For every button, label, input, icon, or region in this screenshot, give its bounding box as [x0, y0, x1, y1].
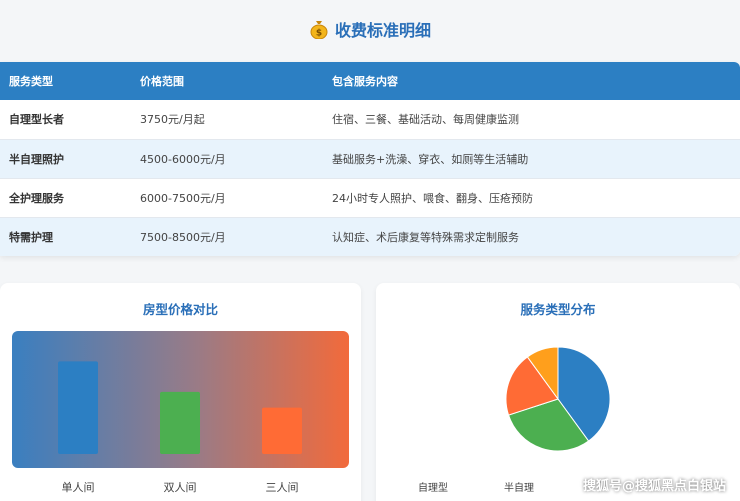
cell-included-services: 基础服务+洗澡、穿衣、如厕等生活辅助 — [332, 152, 529, 166]
bar-chart-area — [12, 331, 349, 468]
bar-3 — [262, 407, 302, 454]
column-header-service-type: 服务类型 — [9, 75, 53, 88]
pie-chart — [505, 346, 611, 452]
bar-x-label: 双人间 — [163, 481, 197, 494]
cell-included-services: 24小时专人照护、喂食、翻身、压疮预防 — [332, 191, 533, 205]
cell-included-services: 住宿、三餐、基础活动、每周健康监测 — [332, 113, 519, 127]
bar-1 — [58, 361, 98, 454]
watermark: 搜狐号@搜狐黑点白银站 — [582, 479, 726, 494]
cell-service-type: 半自理照护 — [9, 152, 64, 166]
cell-included-services: 认知症、术后康复等特殊需求定制服务 — [332, 230, 519, 244]
table-header-row: 服务类型 价格范围 包含服务内容 — [0, 62, 740, 100]
page-header: $ 收费标准明细 — [0, 14, 740, 44]
fee-table: 服务类型 价格范围 包含服务内容 自理型长者 3750元/月起 住宿、三餐、基础… — [0, 62, 740, 256]
bar-chart — [58, 361, 302, 454]
table-row: 半自理照护 4500-6000元/月 基础服务+洗澡、穿衣、如厕等生活辅助 — [0, 139, 740, 178]
cell-price-range: 6000-7500元/月 — [140, 191, 226, 205]
page-title: 收费标准明细 — [334, 21, 431, 40]
column-header-price-range: 价格范围 — [140, 75, 184, 88]
service-distribution-card: 服务类型分布 自理型 半自理 — [376, 283, 740, 501]
service-distribution-title: 服务类型分布 — [520, 302, 596, 317]
table-row: 全护理服务 6000-7500元/月 24小时专人照护、喂食、翻身、压疮预防 — [0, 178, 740, 217]
bar-x-label: 三人间 — [265, 481, 299, 494]
pie-legend-item: 自理型 — [418, 483, 448, 494]
cell-price-range: 4500-6000元/月 — [140, 152, 226, 166]
room-price-card: 房型价格对比 单人间 双人间 三人间 — [0, 283, 361, 501]
bar-x-label: 单人间 — [61, 481, 95, 494]
svg-text:$: $ — [316, 29, 322, 39]
bar-2 — [160, 391, 200, 454]
money-bag-icon: $ — [309, 19, 329, 39]
column-header-included-services: 包含服务内容 — [332, 75, 398, 88]
cell-price-range: 3750元/月起 — [140, 113, 205, 127]
room-price-title: 房型价格对比 — [142, 302, 218, 317]
cell-service-type: 自理型长者 — [9, 113, 64, 127]
cell-price-range: 7500-8500元/月 — [140, 230, 226, 244]
table-row: 自理型长者 3750元/月起 住宿、三餐、基础活动、每周健康监测 — [0, 100, 740, 139]
cell-service-type: 特需护理 — [9, 230, 53, 244]
table-row: 特需护理 7500-8500元/月 认知症、术后康复等特殊需求定制服务 — [0, 217, 740, 256]
pie-legend-item: 半自理 — [504, 483, 534, 494]
cell-service-type: 全护理服务 — [9, 191, 64, 205]
